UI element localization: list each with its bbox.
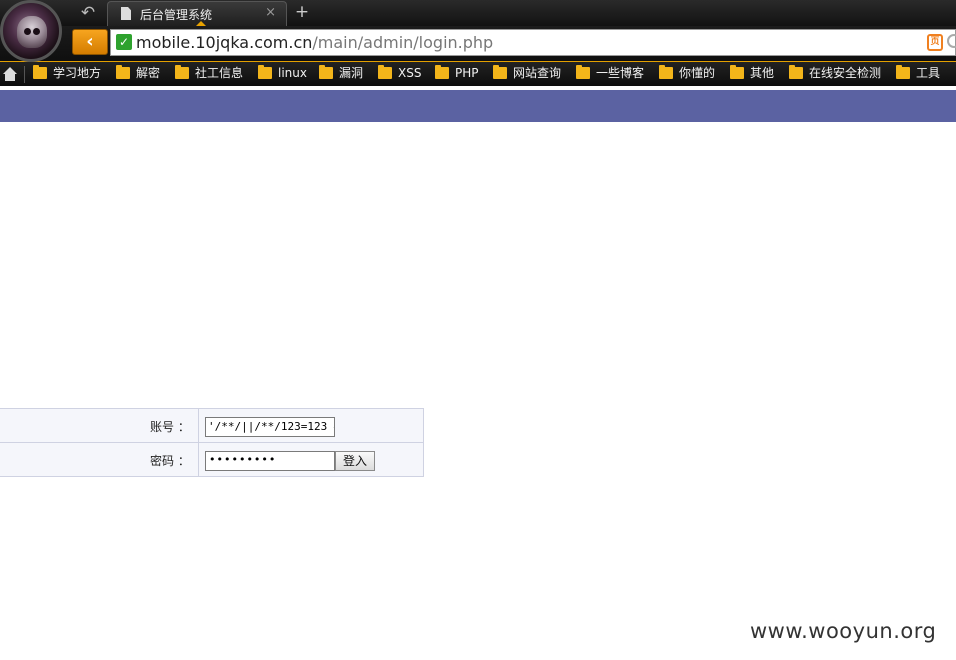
bookmark-folder[interactable]: 社工信息 — [175, 65, 243, 84]
bookmarks-bar: 学习地方 解密 社工信息 linux 漏洞 XSS PHP 网站查询 一些博客 … — [0, 62, 956, 88]
password-input[interactable]: ••••••••• — [205, 451, 335, 471]
folder-icon — [319, 65, 333, 79]
folder-icon — [730, 65, 744, 79]
new-tab-button[interactable]: + — [293, 2, 311, 22]
bookmark-folder[interactable]: 工具 — [896, 65, 940, 84]
folder-icon — [789, 65, 803, 79]
bookmark-folder[interactable]: 学习地方 — [33, 65, 101, 84]
page-header-band — [0, 90, 956, 122]
folder-icon — [896, 65, 910, 79]
folder-icon — [378, 65, 392, 79]
url-field[interactable]: ✓ mobile.10jqka.com.cn/main/admin/login.… — [110, 29, 956, 56]
bookmark-folder[interactable]: 其他 — [730, 65, 774, 84]
skull-image — [17, 16, 47, 48]
url-path: /main/admin/login.php — [312, 33, 494, 52]
bookmark-folder[interactable]: 解密 — [116, 65, 160, 84]
account-label: 账号 ： — [150, 420, 190, 434]
bookmark-folder[interactable]: 你懂的 — [659, 65, 715, 84]
folder-icon — [175, 65, 189, 79]
address-bar-row: ‹ ✓ mobile.10jqka.com.cn/main/admin/logi… — [0, 26, 956, 62]
globe-icon[interactable] — [947, 34, 956, 48]
skull-eye — [24, 28, 31, 35]
folder-icon — [659, 65, 673, 79]
bookmark-folder[interactable]: 一些博客 — [576, 65, 644, 84]
bookmark-folder[interactable]: 网站查询 — [493, 65, 561, 84]
tab-admin-login[interactable]: 后台管理系统 × — [107, 1, 287, 26]
watermark: www.wooyun.org — [750, 619, 937, 643]
account-input[interactable]: '/**/||/**/123=123 ## — [205, 417, 335, 437]
column-divider — [198, 409, 199, 442]
url-text: mobile.10jqka.com.cn/main/admin/login.ph… — [136, 33, 493, 52]
browser-titlebar: ↶ 后台管理系统 × + — [0, 0, 956, 26]
password-row: 密码 ： ••••••••• 登入 — [0, 443, 423, 476]
column-divider — [198, 443, 199, 476]
bookmarks-divider — [24, 66, 25, 83]
folder-icon — [116, 65, 130, 79]
bookmark-folder[interactable]: 在线安全检测 — [789, 65, 881, 84]
folder-icon — [576, 65, 590, 79]
bookmark-folder[interactable]: linux — [258, 65, 307, 84]
skull-eye — [33, 28, 40, 35]
bookmark-folder[interactable]: 漏洞 — [319, 65, 363, 84]
folder-icon — [493, 65, 507, 79]
login-button[interactable]: 登入 — [335, 451, 375, 471]
password-label: 密码 ： — [150, 454, 190, 468]
bookmark-folder[interactable]: PHP — [435, 65, 479, 84]
login-form: 账号 ： '/**/||/**/123=123 ## 密码 ： ••••••••… — [0, 408, 424, 477]
undo-close-tab-icon[interactable]: ↶ — [78, 3, 98, 23]
url-host: mobile.10jqka.com.cn — [136, 33, 313, 52]
user-avatar[interactable] — [0, 0, 62, 62]
folder-icon — [33, 65, 47, 79]
back-button[interactable]: ‹ — [72, 29, 108, 55]
account-row: 账号 ： '/**/||/**/123=123 ## — [0, 409, 423, 443]
bookmark-folder[interactable]: XSS — [378, 65, 421, 84]
tab-close-icon[interactable]: × — [265, 5, 276, 20]
secure-check-icon: ✓ — [116, 34, 132, 50]
extension-icon[interactable]: 页 — [927, 34, 943, 51]
folder-icon — [435, 65, 449, 79]
folder-icon — [258, 65, 272, 79]
page-icon — [121, 7, 131, 20]
home-icon[interactable] — [3, 67, 17, 81]
